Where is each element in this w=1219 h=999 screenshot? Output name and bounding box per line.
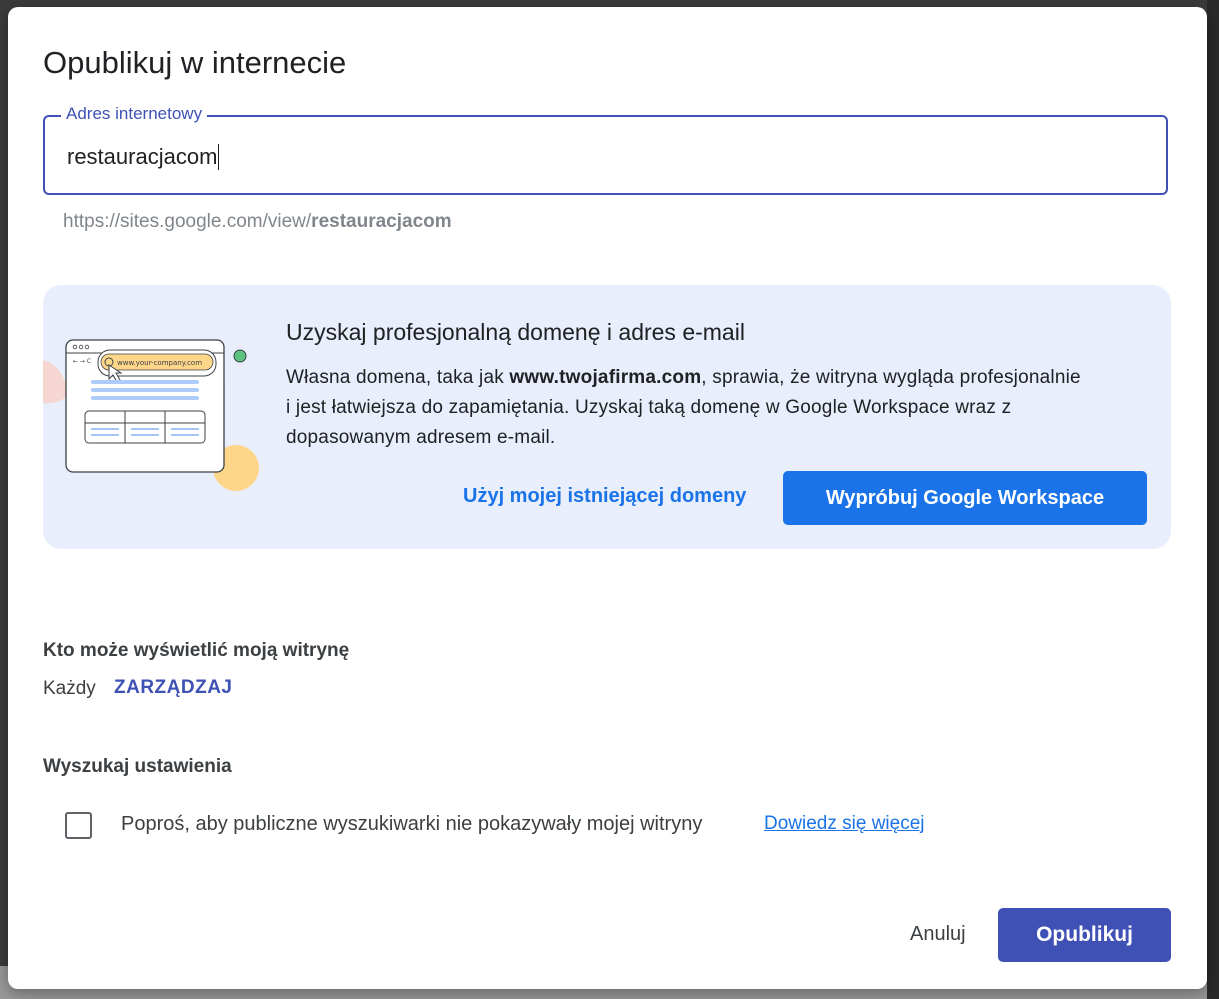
dialog-title: Opublikuj w internecie	[43, 45, 347, 80]
domain-promo-card: ← → C www.your-company.com Uzyskaj profe…	[43, 285, 1171, 549]
promo-example-domain: www.twojafirma.com	[509, 367, 702, 388]
promo-title: Uzyskaj profesjonalną domenę i adres e-m…	[286, 319, 745, 345]
window-edge	[1207, 0, 1219, 999]
hide-from-search-checkbox[interactable]	[65, 812, 92, 839]
try-google-workspace-button[interactable]: Wypróbuj Google Workspace	[783, 471, 1147, 525]
use-existing-domain-button[interactable]: Użyj mojej istniejącej domeny	[463, 485, 746, 508]
manage-visibility-button[interactable]: ZARZĄDZAJ	[114, 677, 233, 699]
visibility-value: Każdy	[43, 678, 96, 699]
svg-text:← → C: ← → C	[73, 358, 91, 365]
publish-button[interactable]: Opublikuj	[998, 908, 1171, 962]
url-preview: https://sites.google.com/view/restauracj…	[63, 211, 452, 233]
web-address-label: Adres internetowy	[61, 104, 208, 124]
illustration-url-text: www.your-company.com	[117, 359, 202, 367]
hide-from-search-label[interactable]: Poproś, aby publiczne wyszukiwarki nie p…	[121, 813, 702, 836]
url-prefix: https://sites.google.com/view/	[63, 211, 312, 232]
website-illustration-icon: ← → C www.your-company.com	[43, 339, 259, 491]
visibility-heading: Kto może wyświetlić moją witrynę	[43, 640, 350, 661]
web-address-input[interactable]: restauracjacom	[67, 144, 220, 170]
cancel-button[interactable]: Anuluj	[898, 912, 978, 956]
url-slug: restauracjacom	[311, 211, 452, 232]
promo-text-part: Własna domena, taka jak	[286, 367, 510, 388]
promo-description: Własna domena, taka jak www.twojafirma.c…	[286, 363, 1086, 453]
publish-dialog: Opublikuj w internecie Adres internetowy…	[8, 7, 1207, 989]
web-address-field[interactable]: Adres internetowy restauracjacom	[43, 104, 1168, 195]
search-settings-heading: Wyszukaj ustawienia	[43, 756, 232, 777]
learn-more-link[interactable]: Dowiedz się więcej	[764, 813, 925, 835]
